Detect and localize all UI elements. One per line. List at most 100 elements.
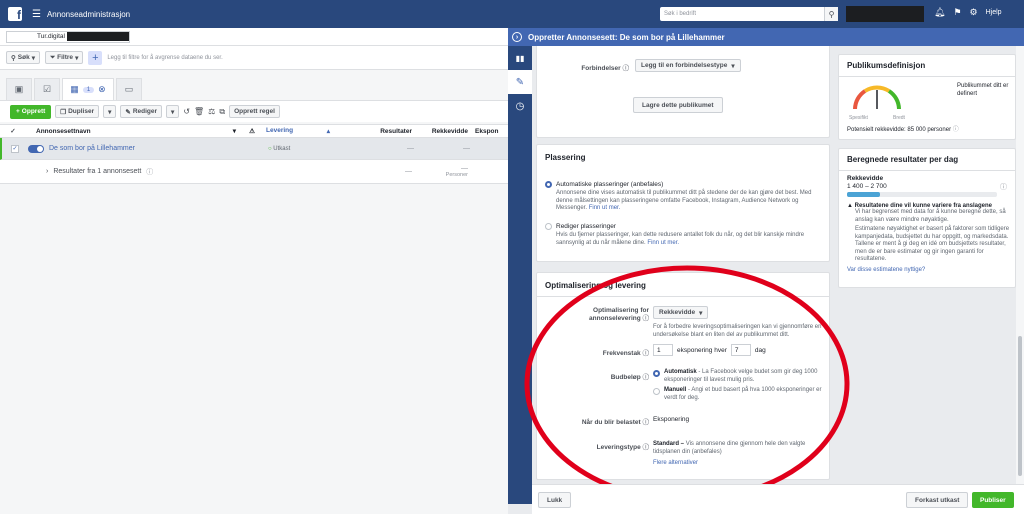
col-results[interactable]: Resultater xyxy=(334,128,416,135)
learn-more-link[interactable]: Finn ut mer. xyxy=(589,205,621,211)
filters-button[interactable]: ⏷ Filtre ▾ xyxy=(44,51,84,64)
delivery-value: Standard – xyxy=(653,441,685,447)
adset-name-link[interactable]: De som bor på Lillehammer xyxy=(49,145,135,152)
info-icon[interactable]: ⓘ xyxy=(643,419,650,426)
placement-auto-option[interactable]: Automatiske plasseringer (anbefales) Ann… xyxy=(545,181,823,213)
select-all-checkbox[interactable]: ✓ xyxy=(0,127,26,135)
reach-cell: — xyxy=(463,145,470,152)
search-placeholder: Søk i bedrift xyxy=(664,11,697,17)
help-link[interactable]: Hjelp xyxy=(986,9,1002,16)
clock-icon[interactable]: ◷ xyxy=(508,94,532,118)
bid-auto-label: Automatisk xyxy=(664,369,697,375)
feedback-link[interactable]: Var disse estimatene nyttige? xyxy=(847,267,1011,273)
collapse-panel-icon[interactable]: › xyxy=(512,32,522,42)
placement-edit-option[interactable]: Rediger plasseringer Hvis du fjerner pla… xyxy=(545,223,823,247)
ad-icon: ▭ xyxy=(124,84,134,94)
delivery-type-value: Standard – Vis annonsene dine gjennom he… xyxy=(653,441,823,456)
menu-icon[interactable]: ☰ xyxy=(32,9,41,20)
save-audience-button[interactable]: Lagre dette publikumet xyxy=(633,97,723,113)
summary-results: — xyxy=(405,168,412,175)
duplicate-button[interactable]: ❐ Dupliser xyxy=(55,105,100,118)
chart-icon[interactable]: ▮▮ xyxy=(508,46,532,70)
info-icon[interactable]: ⓘ xyxy=(643,444,650,451)
filter-hint[interactable]: Legg til filtre for å avgrense dataene d… xyxy=(107,55,222,61)
learn-more-link[interactable]: Finn ut mer. xyxy=(647,240,679,246)
col-name-label: Annonsesettnavn xyxy=(36,127,91,135)
freq-row: 1 eksponering hver 7 dag xyxy=(653,344,766,356)
table-toolbar: + Opprett ❐ Dupliser ▾ ✎ Rediger ▾ ↺ 🗑︎ ⚖ ⧉… xyxy=(0,100,508,122)
flag-icon[interactable]: ⚑ xyxy=(953,7,961,18)
edit-label: Rediger xyxy=(132,108,158,115)
auto-option-row: Automatiske plasseringer (anbefales) xyxy=(545,181,823,188)
edit-desc-text: Hvis du fjerner plasseringer, kan dette … xyxy=(556,232,805,246)
bid-manual-option[interactable]: Manuell - Angi et bud basert på hva 1000… xyxy=(653,387,823,402)
info-icon[interactable]: ⓘ xyxy=(623,65,630,72)
freq-days-input[interactable]: 7 xyxy=(730,344,751,356)
freq-label-text: Frekvenstak xyxy=(602,350,641,357)
charge-label-text: Når du blir belastet xyxy=(581,419,641,426)
info-icon[interactable]: ⓘ xyxy=(643,374,650,381)
edit-dropdown[interactable]: ▾ xyxy=(166,105,180,118)
radio-unselected[interactable] xyxy=(545,223,552,230)
info-icon[interactable]: ⓘ xyxy=(1000,182,1007,192)
add-filter-button[interactable]: + xyxy=(88,50,103,65)
account-selector[interactable]: Tur.digital xyxy=(6,30,130,43)
col-reach[interactable]: Rekkevidde xyxy=(416,128,472,135)
check-icon: ✓ xyxy=(11,144,19,153)
discard-draft-button[interactable]: Forkast utkast xyxy=(906,492,969,508)
radio-selected[interactable] xyxy=(653,370,660,377)
discard-label: Forkast utkast xyxy=(915,496,960,504)
trash-icon[interactable]: 🗑︎ xyxy=(194,107,204,116)
close-button[interactable]: Lukk xyxy=(538,492,572,508)
publish-button[interactable]: Publiser xyxy=(972,492,1014,508)
notifications-icon[interactable]: 🔔︎ xyxy=(934,7,945,18)
compare-icon[interactable]: ⚖ xyxy=(208,107,215,116)
charge-label: Når du blir belastet ⓘ xyxy=(567,416,649,426)
edit-button[interactable]: ✎ Rediger xyxy=(120,105,163,118)
radio-selected[interactable] xyxy=(545,181,552,188)
more-options-link[interactable]: Flere alternativer xyxy=(653,460,698,466)
scrollbar-thumb[interactable] xyxy=(1018,336,1022,476)
search-icon[interactable]: ⚲ xyxy=(824,7,838,21)
search-button[interactable]: ⚲ Søk ▾ xyxy=(6,51,40,64)
facebook-logo[interactable]: f xyxy=(8,7,22,21)
freq-count-input[interactable]: 1 xyxy=(653,344,673,356)
bid-auto-option[interactable]: Automatisk - La Facebook velge budet som… xyxy=(653,369,823,384)
duplicate-dropdown[interactable]: ▾ xyxy=(103,105,117,118)
close-icon[interactable]: ⊗ xyxy=(98,84,106,95)
check-folder-icon: ☑ xyxy=(42,84,52,94)
chevron-right-icon[interactable]: › xyxy=(46,168,48,175)
bid-label: Budbeløp ⓘ xyxy=(577,371,649,381)
col-delivery[interactable]: Levering ▴ xyxy=(262,127,334,135)
info-icon[interactable]: ⓘ xyxy=(643,350,650,357)
info-icon[interactable]: ⓘ xyxy=(953,127,959,133)
redacted-account[interactable] xyxy=(846,6,924,22)
warning-icon: ▲ xyxy=(847,203,853,209)
create-button[interactable]: + Opprett xyxy=(10,104,52,119)
delivery-type-label: Leveringstype ⓘ xyxy=(577,441,649,451)
pencil-icon[interactable]: ✎ xyxy=(508,70,532,94)
connections-dropdown[interactable]: Legg til en forbindelsestype ▾ xyxy=(635,59,741,72)
optimization-dropdown[interactable]: Rekkevidde ▾ xyxy=(653,306,709,319)
tab-adsets[interactable]: ▦ 1 ⊗ xyxy=(62,78,114,100)
preview-icon[interactable]: ⧉ xyxy=(219,107,225,117)
business-search-input[interactable]: Søk i bedrift ⚲ xyxy=(660,7,838,21)
create-rule-button[interactable]: Opprett regel xyxy=(229,105,280,118)
table-row[interactable]: ✓ De som bor på Lillehammer ○ Utkast — — xyxy=(0,138,508,160)
gear-icon[interactable]: ⚙ xyxy=(970,7,978,18)
panel-header: › Oppretter Annonsesett: De som bor på L… xyxy=(508,28,1024,46)
tab-account-overview[interactable]: ☑ xyxy=(34,78,60,100)
tab-campaigns[interactable]: ▣ xyxy=(6,78,32,100)
radio-unselected[interactable] xyxy=(653,388,660,395)
info-icon[interactable]: ⓘ xyxy=(146,167,153,177)
undo-icon[interactable]: ↺ xyxy=(183,107,190,116)
col-impressions[interactable]: Ekspon xyxy=(472,128,502,135)
gauge-specific: Spesifikt xyxy=(849,115,868,121)
col-name[interactable]: Annonsesettnavn ▾ xyxy=(26,127,242,136)
tab-ads[interactable]: ▭ xyxy=(116,78,142,100)
row-checkbox[interactable]: ✓ xyxy=(2,144,28,153)
scrollbar[interactable] xyxy=(1016,46,1024,484)
editor-scroll-area[interactable]: Forbindelser ⓘ Legg til en forbindelsest… xyxy=(532,46,1024,484)
adset-toggle[interactable] xyxy=(28,144,44,153)
info-icon[interactable]: ⓘ xyxy=(643,315,650,322)
